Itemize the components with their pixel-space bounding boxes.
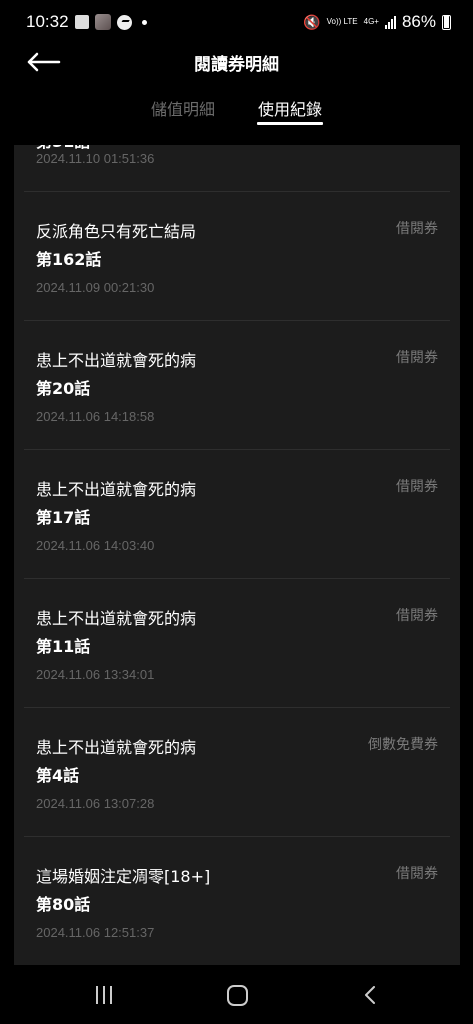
tab-bar: 儲值明細 使用紀錄 xyxy=(0,92,473,132)
volte-indicator: Vo)) LTE xyxy=(326,17,358,26)
list-item[interactable]: 第51話 2024.11.10 01:51:36 xyxy=(24,145,450,192)
avatar-notification-icon xyxy=(94,14,111,30)
item-title: 反派角色只有死亡結局 第162話 xyxy=(36,218,196,274)
item-ticket-type: 借閱券 xyxy=(396,866,438,882)
item-ticket-type: 借閱券 xyxy=(396,608,438,624)
item-ticket-type: 倒數免費券 xyxy=(368,737,438,753)
item-episode: 第11話 xyxy=(36,637,91,656)
network-type-indicator: 4G+ xyxy=(363,17,379,26)
header: 閱讀券明細 xyxy=(0,44,473,84)
mute-icon: 🔇 xyxy=(303,13,321,30)
item-series-name: 患上不出道就會死的病 xyxy=(36,351,197,370)
list-item[interactable]: 這場婚姻注定凋零[18+] 第80話 2024.11.06 12:51:37 借… xyxy=(24,837,450,965)
more-notifications-dot-icon xyxy=(141,19,147,25)
item-date: 2024.11.09 00:21:30 xyxy=(36,280,155,295)
item-ticket-type: 借閱券 xyxy=(396,350,438,366)
list-item[interactable]: 患上不出道就會死的病 第11話 2024.11.06 13:34:01 借閱券 xyxy=(24,579,450,708)
item-episode: 第162話 xyxy=(36,250,102,269)
item-episode: 第4話 xyxy=(36,766,80,785)
records-list[interactable]: 第51話 2024.11.10 01:51:36 反派角色只有死亡結局 第162… xyxy=(14,145,460,965)
item-ticket-type: 借閱券 xyxy=(396,221,438,237)
battery-percent: 86% xyxy=(401,12,436,31)
item-title: 這場婚姻注定凋零[18+] 第80話 xyxy=(36,863,210,919)
page-title: 閱讀券明細 xyxy=(194,55,279,75)
item-episode: 第20話 xyxy=(36,379,91,398)
list-item[interactable]: 患上不出道就會死的病 第20話 2024.11.06 14:18:58 借閱券 xyxy=(24,321,450,450)
status-left: 10:32 xyxy=(26,12,147,32)
item-date: 2024.11.06 13:34:01 xyxy=(36,667,155,682)
gallery-icon xyxy=(74,15,89,29)
system-navigation-bar xyxy=(0,966,473,1024)
messenger-icon xyxy=(116,14,132,30)
item-series-name: 患上不出道就會死的病 xyxy=(36,480,197,499)
item-date: 2024.11.06 14:18:58 xyxy=(36,409,155,424)
status-time: 10:32 xyxy=(26,12,69,31)
item-title: 患上不出道就會死的病 第4話 xyxy=(36,734,196,790)
item-date: 2024.11.10 01:51:36 xyxy=(36,151,155,166)
status-right: 🔇 Vo)) LTE 4G+ 86% xyxy=(303,12,451,32)
item-date: 2024.11.06 14:03:40 xyxy=(36,538,155,553)
item-title: 患上不出道就會死的病 第17話 xyxy=(36,476,196,532)
item-series-name: 患上不出道就會死的病 xyxy=(36,609,197,628)
recent-apps-icon[interactable] xyxy=(96,986,112,1004)
item-title: 患上不出道就會死的病 第20話 xyxy=(36,347,196,403)
nav-back-icon[interactable] xyxy=(364,986,376,1004)
battery-icon xyxy=(442,14,451,30)
status-bar: 10:32 🔇 Vo)) LTE 4G+ 86% xyxy=(0,0,473,44)
signal-strength-icon xyxy=(384,15,396,29)
list-item[interactable]: 反派角色只有死亡結局 第162話 2024.11.09 00:21:30 借閱券 xyxy=(24,192,450,321)
tab-usage-records[interactable]: 使用紀錄 xyxy=(258,96,322,120)
item-date: 2024.11.06 12:51:37 xyxy=(36,925,155,940)
item-series-name: 患上不出道就會死的病 xyxy=(36,738,197,757)
item-title: 患上不出道就會死的病 第11話 xyxy=(36,605,196,661)
home-icon[interactable] xyxy=(227,985,248,1006)
list-item[interactable]: 患上不出道就會死的病 第17話 2024.11.06 14:03:40 借閱券 xyxy=(24,450,450,579)
item-episode: 第17話 xyxy=(36,508,91,527)
item-episode: 第80話 xyxy=(36,895,91,914)
item-date: 2024.11.06 13:07:28 xyxy=(36,796,155,811)
active-tab-indicator xyxy=(257,122,323,125)
item-ticket-type: 借閱券 xyxy=(396,479,438,495)
item-series-name: 這場婚姻注定凋零[18+] xyxy=(36,867,211,886)
tab-recharge-details[interactable]: 儲值明細 xyxy=(151,96,215,120)
list-item[interactable]: 患上不出道就會死的病 第4話 2024.11.06 13:07:28 倒數免費券 xyxy=(24,708,450,837)
item-series-name: 反派角色只有死亡結局 xyxy=(36,222,197,241)
